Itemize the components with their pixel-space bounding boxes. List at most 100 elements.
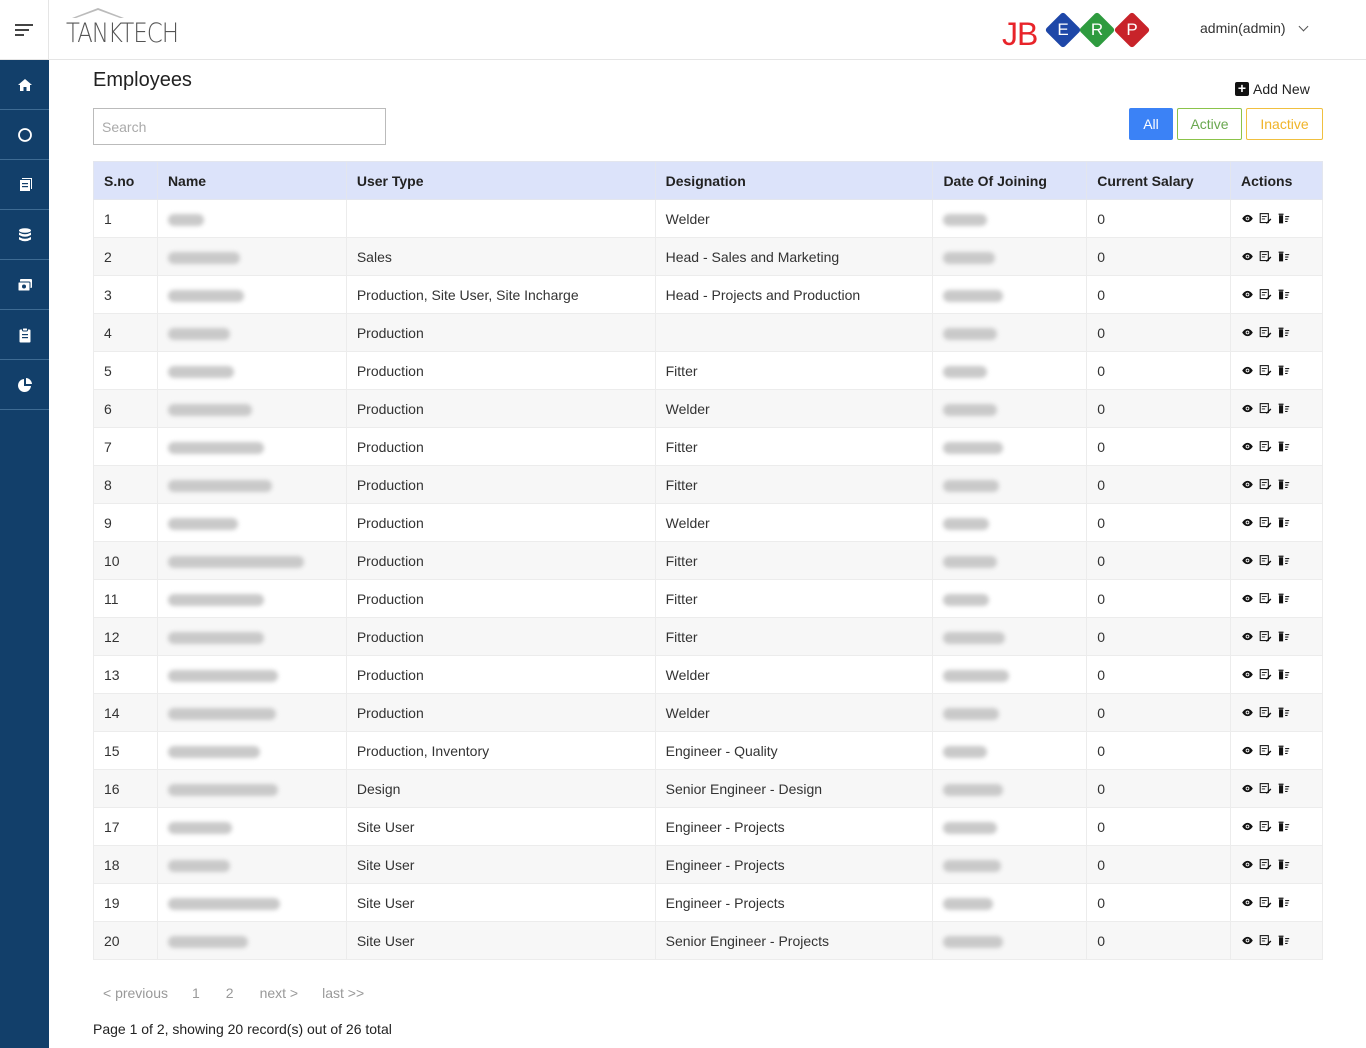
delete-icon[interactable] [1277,820,1290,833]
filter-active-button[interactable]: Active [1177,108,1242,140]
view-icon[interactable] [1241,820,1254,833]
delete-icon[interactable] [1277,554,1290,567]
view-icon[interactable] [1241,630,1254,643]
view-icon[interactable] [1241,782,1254,795]
previous-page-link[interactable]: < previous [103,985,168,1001]
search-input[interactable] [93,108,386,145]
filter-inactive-button[interactable]: Inactive [1246,108,1323,140]
cell-date-redacted [932,465,1088,504]
sidebar-item-database[interactable] [0,210,49,260]
menu-toggle-icon[interactable] [0,0,49,60]
delete-icon[interactable] [1277,706,1290,719]
view-icon[interactable] [1241,896,1254,909]
column-header-date-of-joining[interactable]: Date Of Joining [932,161,1088,200]
sidebar-item-home[interactable] [0,60,49,110]
delete-icon[interactable] [1277,516,1290,529]
cell-name-redacted [156,579,347,618]
view-icon[interactable] [1241,516,1254,529]
delete-icon[interactable] [1277,250,1290,263]
edit-icon[interactable] [1259,592,1272,605]
edit-icon[interactable] [1259,250,1272,263]
column-header-designation[interactable]: Designation [654,161,934,200]
delete-icon[interactable] [1277,326,1290,339]
view-icon[interactable] [1241,288,1254,301]
cell-current-salary: 0 [1086,199,1232,238]
delete-icon[interactable] [1277,478,1290,491]
delete-icon[interactable] [1277,744,1290,757]
delete-icon[interactable] [1277,212,1290,225]
add-new-button[interactable]: + Add New [1235,81,1310,97]
cell-designation: Welder [654,693,934,732]
edit-icon[interactable] [1259,364,1272,377]
sidebar-item-circle[interactable] [0,110,49,160]
delete-icon[interactable] [1277,402,1290,415]
view-icon[interactable] [1241,212,1254,225]
edit-icon[interactable] [1259,212,1272,225]
delete-icon[interactable] [1277,668,1290,681]
view-icon[interactable] [1241,744,1254,757]
delete-icon[interactable] [1277,592,1290,605]
edit-icon[interactable] [1259,820,1272,833]
page-info-text: Page 1 of 2, showing 20 record(s) out of… [93,1021,392,1037]
cell-user-type: Production [345,541,656,580]
view-icon[interactable] [1241,554,1254,567]
view-icon[interactable] [1241,858,1254,871]
edit-icon[interactable] [1259,326,1272,339]
view-icon[interactable] [1241,440,1254,453]
cell-sno: 17 [93,807,158,846]
view-icon[interactable] [1241,402,1254,415]
edit-icon[interactable] [1259,706,1272,719]
column-header-name[interactable]: Name [156,161,347,200]
edit-icon[interactable] [1259,516,1272,529]
column-header-sno[interactable]: S.no [93,161,158,200]
edit-icon[interactable] [1259,630,1272,643]
edit-icon[interactable] [1259,934,1272,947]
delete-icon[interactable] [1277,440,1290,453]
view-icon[interactable] [1241,592,1254,605]
delete-icon[interactable] [1277,858,1290,871]
sidebar-item-clipboard[interactable] [0,310,49,360]
cell-current-salary: 0 [1086,389,1232,428]
delete-icon[interactable] [1277,934,1290,947]
delete-icon[interactable] [1277,364,1290,377]
edit-icon[interactable] [1259,402,1272,415]
edit-icon[interactable] [1259,288,1272,301]
edit-icon[interactable] [1259,782,1272,795]
delete-icon[interactable] [1277,896,1290,909]
page-link-1[interactable]: 1 [192,985,200,1001]
user-menu[interactable]: admin(admin) [1200,20,1309,36]
delete-icon[interactable] [1277,288,1290,301]
cell-designation: Engineer - Projects [654,807,934,846]
edit-icon[interactable] [1259,554,1272,567]
column-header-user-type[interactable]: User Type [345,161,656,200]
view-icon[interactable] [1241,934,1254,947]
cell-actions [1230,655,1323,694]
view-icon[interactable] [1241,326,1254,339]
edit-icon[interactable] [1259,896,1272,909]
view-icon[interactable] [1241,668,1254,681]
sidebar-item-payments[interactable] [0,260,49,310]
view-icon[interactable] [1241,478,1254,491]
cell-date-redacted [932,807,1088,846]
filter-all-button[interactable]: All [1129,108,1173,140]
delete-icon[interactable] [1277,630,1290,643]
cell-current-salary: 0 [1086,921,1232,960]
edit-icon[interactable] [1259,478,1272,491]
sidebar-item-books[interactable] [0,160,49,210]
view-icon[interactable] [1241,250,1254,263]
sidebar-item-reports[interactable] [0,360,49,410]
table-row: 4 Production 0 [93,313,1323,352]
delete-icon[interactable] [1277,782,1290,795]
column-header-current-salary[interactable]: Current Salary [1086,161,1232,200]
page-link-2[interactable]: 2 [226,985,234,1001]
cell-actions [1230,617,1323,656]
edit-icon[interactable] [1259,858,1272,871]
next-page-link[interactable]: next > [260,985,299,1001]
edit-icon[interactable] [1259,744,1272,757]
cell-date-redacted [932,199,1088,238]
view-icon[interactable] [1241,364,1254,377]
edit-icon[interactable] [1259,668,1272,681]
last-page-link[interactable]: last >> [322,985,364,1001]
view-icon[interactable] [1241,706,1254,719]
edit-icon[interactable] [1259,440,1272,453]
